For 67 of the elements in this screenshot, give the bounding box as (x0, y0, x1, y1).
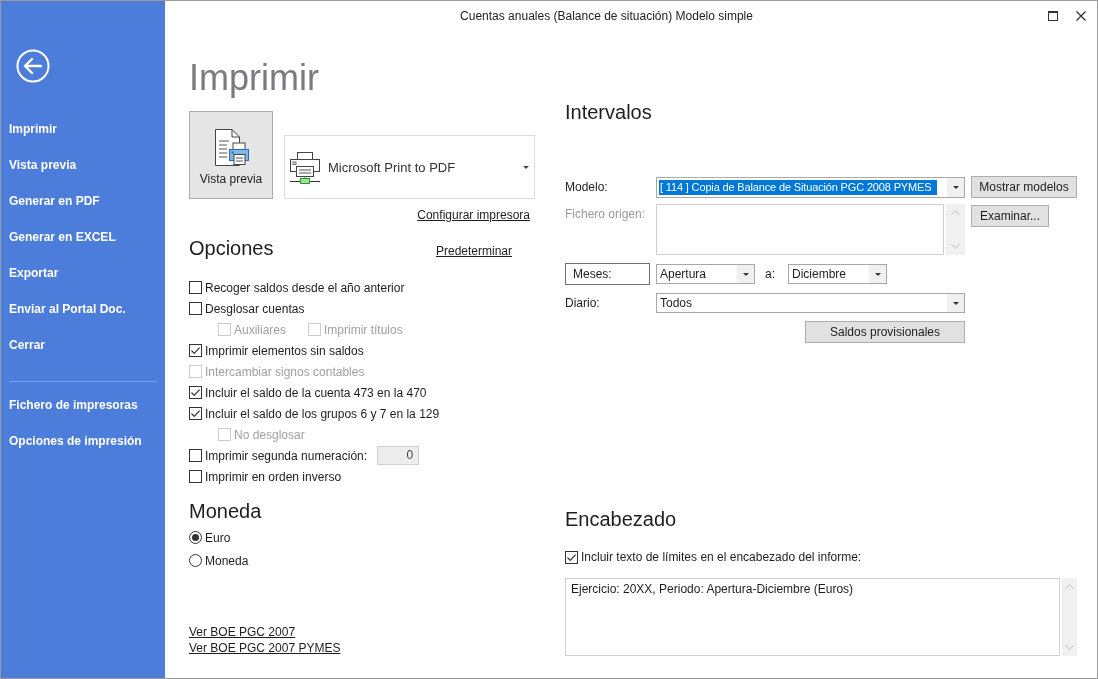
checkbox-label: Imprimir elementos sin saldos (205, 343, 364, 358)
radio-label: Euro (205, 530, 231, 545)
caret-icon (742, 272, 749, 276)
checkbox-label: Imprimir títulos (324, 322, 403, 337)
section-heading: Moneda (189, 499, 263, 523)
checkbox-label: Intercambiar signos contables (205, 364, 365, 379)
checkbox[interactable] (189, 302, 202, 315)
checkbox-label: Imprimir en orden inverso (205, 469, 342, 484)
show-models-button[interactable]: Mostrar modelos (971, 176, 1077, 198)
section-heading: Encabezado (565, 507, 678, 531)
boe-link[interactable]: Ver BOE PGC 2007 PYMES (189, 640, 341, 656)
checkbox-label: Incluir el saldo de la cuenta 473 en la 470 (205, 385, 427, 400)
boe-link[interactable]: Ver BOE PGC 2007 (189, 624, 296, 640)
page-title: Imprimir (189, 58, 320, 98)
sidebar-item[interactable]: Exportar (1, 255, 165, 291)
radio-button[interactable] (189, 531, 202, 544)
checkbox-label: No desglosar (234, 427, 305, 442)
sidebar-item[interactable]: Cerrar (1, 327, 165, 363)
checkbox-label: Incluir el saldo de los grupos 6 y 7 en la 129 (205, 406, 440, 421)
sidebar-item[interactable]: Enviar al Portal Doc. (1, 291, 165, 327)
provisional-balances-button[interactable]: Saldos provisionales (805, 321, 965, 343)
to-month-dropdown[interactable]: Diciembre (788, 264, 887, 284)
default-link[interactable]: Predeterminar (435, 244, 512, 258)
sidebar-item[interactable]: Imprimir (1, 111, 165, 147)
section-heading: Opciones (189, 236, 274, 260)
checkbox-label: Imprimir segunda numeración: (205, 448, 368, 463)
section-heading: Intervalos (565, 100, 653, 124)
field-label: Diario: (565, 296, 601, 310)
from-month-dropdown[interactable]: Apertura (656, 264, 755, 284)
printer-icon (290, 152, 320, 184)
checkbox-label: Desglosar cuentas (205, 301, 305, 316)
journal-dropdown[interactable]: Todos (656, 293, 965, 313)
caret-icon (874, 272, 881, 276)
preview-button[interactable]: Vista previa (189, 111, 273, 199)
printer-dropdown[interactable]: Microsoft Print to PDF (284, 135, 535, 199)
maximize-icon[interactable] (1048, 11, 1058, 21)
header-text-field[interactable]: Ejercicio: 20XX, Periodo: Apertura-Diciembre (Euros) (565, 578, 1060, 656)
sidebar-item[interactable]: Vista previa (1, 147, 165, 183)
document-printer-icon (213, 129, 249, 167)
field-label: Fichero origen: (565, 206, 647, 221)
field-label: a: (765, 267, 775, 281)
field-label: Modelo: (565, 180, 609, 194)
radio-button[interactable] (189, 554, 202, 567)
close-icon[interactable] (1076, 11, 1086, 21)
months-label: Meses: (565, 263, 650, 285)
checkbox-label: Recoger saldos desde el año anterior (205, 280, 405, 295)
sidebar-item[interactable]: Generar en EXCEL (1, 219, 165, 255)
configure-printer-link[interactable]: Configurar impresora (417, 208, 530, 222)
checkbox-label: Incluir texto de límites en el encabezado del informe: (581, 550, 862, 564)
window-title: Cuentas anuales (Balance de situación) Modelo simple (460, 9, 753, 23)
caret-icon (523, 165, 529, 169)
checkbox-label: Auxiliares (234, 322, 287, 337)
checkbox[interactable] (565, 550, 578, 564)
checkbox[interactable] (189, 386, 202, 399)
model-value: [ 114 ] Copia de Balance de Situación PGC 2008 PYMES (659, 179, 938, 195)
checkbox[interactable] (189, 281, 202, 294)
sidebar-item[interactable]: Fichero de impresoras (1, 387, 165, 423)
checkbox[interactable] (189, 449, 202, 462)
checkbox[interactable] (189, 407, 202, 420)
checkbox[interactable] (189, 344, 202, 357)
caret-icon (952, 185, 959, 189)
radio-label: Moneda (205, 553, 249, 568)
sidebar-item[interactable]: Opciones de impresión (1, 423, 165, 459)
model-dropdown[interactable]: [ 114 ] Copia de Balance de Situación PGC 2008 PYMES (656, 176, 965, 198)
sidebar-item[interactable]: Generar en PDF (1, 183, 165, 219)
caret-icon (952, 301, 959, 305)
checkbox[interactable] (189, 470, 202, 483)
